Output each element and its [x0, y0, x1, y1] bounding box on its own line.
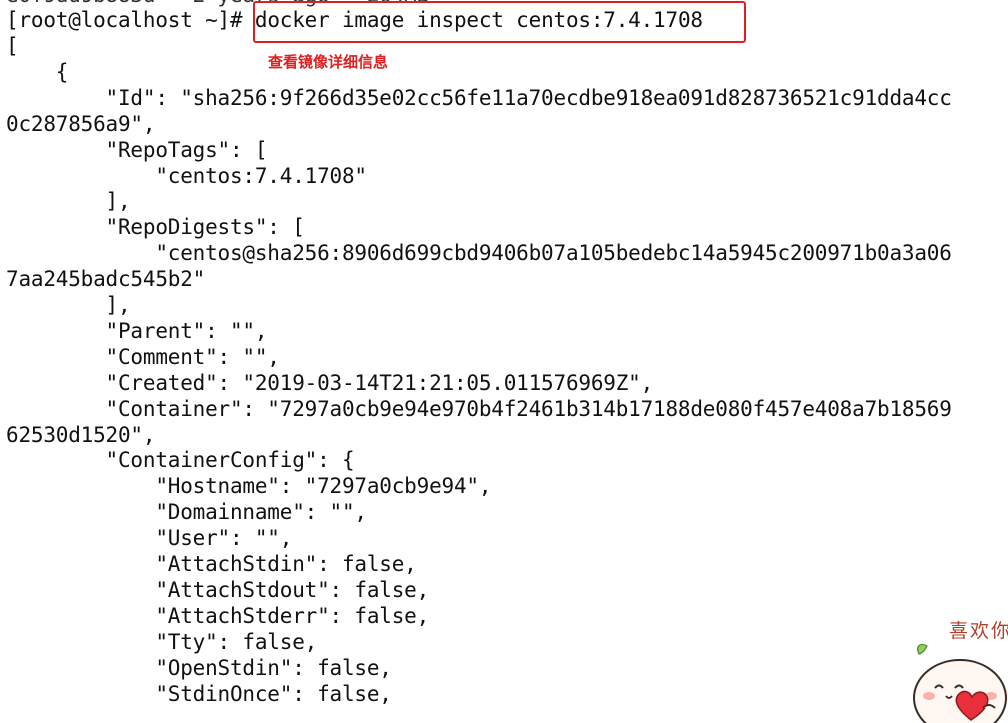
output-line: "Comment": "", — [6, 344, 280, 369]
terminal-window[interactable]: e0f9dd9b883d 2 years ago 204MB [root@loc… — [0, 0, 1008, 723]
output-line: "Hostname": "7297a0cb9e94", — [6, 474, 492, 499]
output-line: ], — [6, 189, 131, 214]
output-line: "Id": "sha256:9f266d35e02cc56fe11a70ecdb… — [6, 85, 952, 110]
output-line: "Domainname": "", — [6, 500, 367, 525]
output-line: "AttachStderr": false, — [6, 603, 430, 628]
output-line: "AttachStdout": false, — [6, 577, 430, 602]
command-highlight-box — [253, 1, 746, 43]
output-line: "User": "", — [6, 526, 293, 551]
output-line: "Created": "2019-03-14T21:21:05.01157696… — [6, 370, 654, 395]
shell-prompt: [root@localhost ~]# — [6, 8, 255, 32]
output-line: "Parent": "", — [6, 318, 268, 343]
command-annotation: 查看镜像详细信息 — [268, 53, 389, 71]
mascot-heart-icon — [913, 643, 1007, 723]
output-line: ], — [6, 293, 131, 317]
mascot-sticker: 喜欢你 — [905, 612, 1008, 723]
output-line: "OpenStdin": false, — [6, 655, 392, 680]
output-line: "RepoDigests": [ — [6, 215, 305, 240]
output-line: "ContainerConfig": { — [6, 448, 355, 473]
output-line: "centos@sha256:8906d699cbd9406b07a105bed… — [6, 241, 952, 266]
output-line: "Tty": false, — [6, 629, 318, 654]
output-line: "AttachStdin": false, — [6, 552, 417, 576]
output-line: "StdinOnce": false, — [6, 681, 392, 706]
output-line: "centos:7.4.1708" — [6, 163, 367, 188]
output-line: "Container": "7297a0cb9e94e970b4f2461b31… — [6, 396, 952, 421]
output-line: "RepoTags": [ — [6, 137, 268, 162]
output-line: { — [6, 59, 69, 84]
output-line: 62530d1520", — [6, 422, 156, 447]
output-line: 7aa245badc545b2" — [6, 267, 206, 292]
output-line: 0c287856a9", — [6, 111, 156, 136]
output-line: [ — [6, 34, 19, 58]
